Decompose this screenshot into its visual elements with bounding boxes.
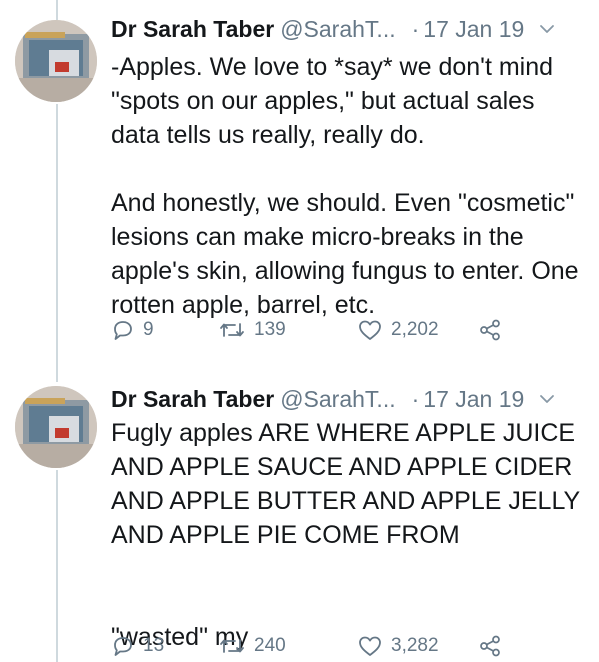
author-name[interactable]: Dr Sarah Taber	[111, 384, 274, 414]
share-button[interactable]	[478, 634, 502, 658]
tweet-header: Dr Sarah Taber @SarahT... · 17 Jan 19	[111, 14, 589, 44]
tweet-text: -Apples. We love to *say* we don't mind …	[111, 53, 579, 319]
retweet-button[interactable]: 139	[218, 318, 286, 342]
separator-dot: ·	[411, 16, 420, 42]
reply-button[interactable]: 13	[111, 634, 164, 658]
like-button[interactable]: 2,202	[357, 318, 439, 342]
chevron-down-icon[interactable]	[536, 388, 558, 410]
chevron-down-icon[interactable]	[536, 18, 558, 40]
heart-icon	[359, 320, 381, 340]
author-handle[interactable]: @SarahT...	[280, 384, 395, 414]
retweet-button[interactable]: 240	[218, 634, 286, 658]
share-button[interactable]	[478, 318, 502, 342]
tweet-header: Dr Sarah Taber @SarahT... · 17 Jan 19	[111, 384, 589, 414]
reply-count: 13	[143, 635, 165, 656]
retweet-count: 240	[254, 635, 286, 656]
like-count: 2,202	[391, 319, 439, 340]
separator-dot: ·	[411, 386, 420, 412]
reply-button[interactable]: 9	[111, 318, 154, 342]
retweet-icon	[220, 323, 244, 337]
author-handle[interactable]: @SarahT...	[280, 14, 395, 44]
tweet[interactable]: Dr Sarah Taber @SarahT... · 17 Jan 19 -A…	[0, 0, 599, 370]
heart-icon	[359, 636, 381, 656]
share-icon	[480, 319, 500, 341]
tweet[interactable]: Dr Sarah Taber @SarahT... · 17 Jan 19 Fu…	[0, 370, 599, 662]
avatar[interactable]	[15, 386, 97, 468]
tweet-date[interactable]: 17 Jan 19	[423, 14, 524, 44]
retweet-count: 139	[254, 319, 286, 340]
like-count: 3,282	[391, 635, 439, 656]
reply-icon	[114, 321, 132, 340]
avatar[interactable]	[15, 20, 97, 102]
like-button[interactable]: 3,282	[357, 634, 439, 658]
tweet-text: Fugly apples ARE WHERE APPLE JUICE AND A…	[111, 419, 581, 651]
author-name[interactable]: Dr Sarah Taber	[111, 14, 274, 44]
retweet-icon	[220, 639, 244, 653]
share-icon	[480, 635, 500, 657]
tweet-date[interactable]: 17 Jan 19	[423, 384, 524, 414]
reply-count: 9	[143, 319, 154, 340]
reply-icon	[114, 637, 132, 656]
